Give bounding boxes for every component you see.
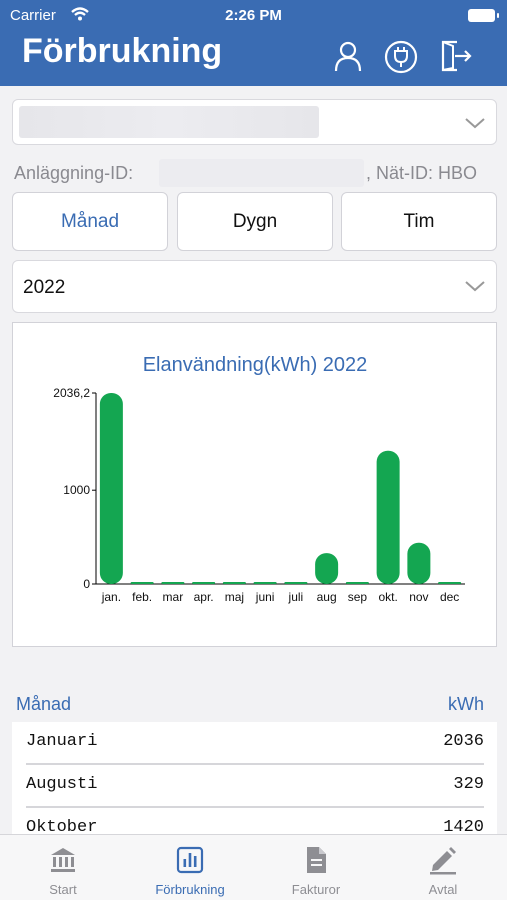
bar-5 [253,582,277,584]
facility-ids: Anläggning-ID: , Nät-ID: HBO [14,159,494,187]
x-tick-label: juli [288,590,304,604]
user-icon[interactable] [330,38,366,74]
logout-door-icon[interactable] [437,38,473,74]
bar-6 [284,582,308,584]
chart-svg: Elanvändning(kWh) 2022 0 1000 2036,2 jan. feb… [53,354,465,604]
list-header-month: Månad [16,694,72,714]
tab-label: Avtal [428,882,458,897]
facility-dropdown[interactable] [12,99,497,145]
consumption-chart: Elanvändning(kWh) 2022 0 1000 2036,2 jan. feb… [12,322,497,647]
power-plug-icon[interactable] [383,38,419,74]
chevron-down-icon [465,281,485,292]
x-tick-label: juni [255,590,275,604]
segment-hour[interactable]: Tim [341,192,497,251]
x-tick-label: okt. [378,590,397,604]
list-row[interactable]: Oktober 1420 [26,808,484,834]
x-tick-label: apr. [194,590,214,604]
row-month: Oktober [26,818,98,834]
net-id-label: , Nät-ID: HBO [366,163,478,183]
tab-start[interactable]: Start [0,835,126,900]
page-title: Förbrukning [22,32,223,70]
x-tick-label: aug [317,590,337,604]
consumption-list: Januari 2036 Augusti 329 Oktober 1420 [12,722,497,834]
x-tick-label: jan. [101,590,121,604]
tab-fakturor[interactable]: Fakturor [253,835,379,900]
battery-icon [468,9,499,22]
bar-7 [315,553,339,584]
status-time: 2:26 PM [225,7,282,24]
y-tick-label: 1000 [63,483,90,497]
bar-1 [130,582,154,584]
bar-4 [222,582,246,584]
chart-title: Elanvändning(kWh) 2022 [143,354,368,376]
x-tick-label: dec [440,590,459,604]
document-icon [307,847,326,873]
chevron-down-icon [465,118,485,129]
pen-icon [430,847,456,875]
list-row[interactable]: Januari 2036 [26,722,484,765]
tab-label: Fakturor [291,882,341,897]
x-tick-label: maj [225,590,244,604]
bar-9 [376,450,400,584]
bar-0 [99,393,123,584]
app-header: Carrier 2:26 PM Förbrukning [0,0,507,86]
list-header-unit: kWh [448,694,484,714]
x-tick-label: sep [348,590,368,604]
facility-name-redacted [19,106,319,138]
row-kwh: 329 [453,775,484,794]
row-kwh: 1420 [443,818,484,834]
bar-10 [407,542,431,584]
list-header: Månad kWh [16,694,484,718]
tab-label: Start [49,882,77,897]
list-row[interactable]: Augusti 329 [26,765,484,808]
x-tick-label: mar [163,590,184,604]
bar-chart-icon [176,846,204,874]
tab-bar: Start Förbrukning Fakturor Avtal [0,834,507,900]
year-dropdown[interactable]: 2022 [12,260,497,313]
year-value: 2022 [23,277,66,298]
tab-forbrukning[interactable]: Förbrukning [127,835,253,900]
segment-day[interactable]: Dygn [177,192,333,251]
y-tick-label: 0 [83,577,90,591]
bank-icon [51,848,75,872]
facility-id-redacted [159,159,364,187]
row-month: Augusti [26,775,98,794]
segment-month[interactable]: Månad [12,192,168,251]
bar-2 [161,582,185,584]
x-tick-label: feb. [132,590,152,604]
bar-8 [345,582,369,584]
facility-id-label: Anläggning-ID: [14,163,134,183]
bar-3 [192,582,216,584]
tab-avtal[interactable]: Avtal [380,835,506,900]
y-tick-label: 2036,2 [53,386,90,400]
bar-11 [438,582,462,584]
status-bar: Carrier 2:26 PM [0,6,507,26]
row-month: Januari [26,732,98,751]
tab-label: Förbrukning [155,882,225,897]
x-tick-label: nov [409,590,428,604]
row-kwh: 2036 [443,732,484,751]
